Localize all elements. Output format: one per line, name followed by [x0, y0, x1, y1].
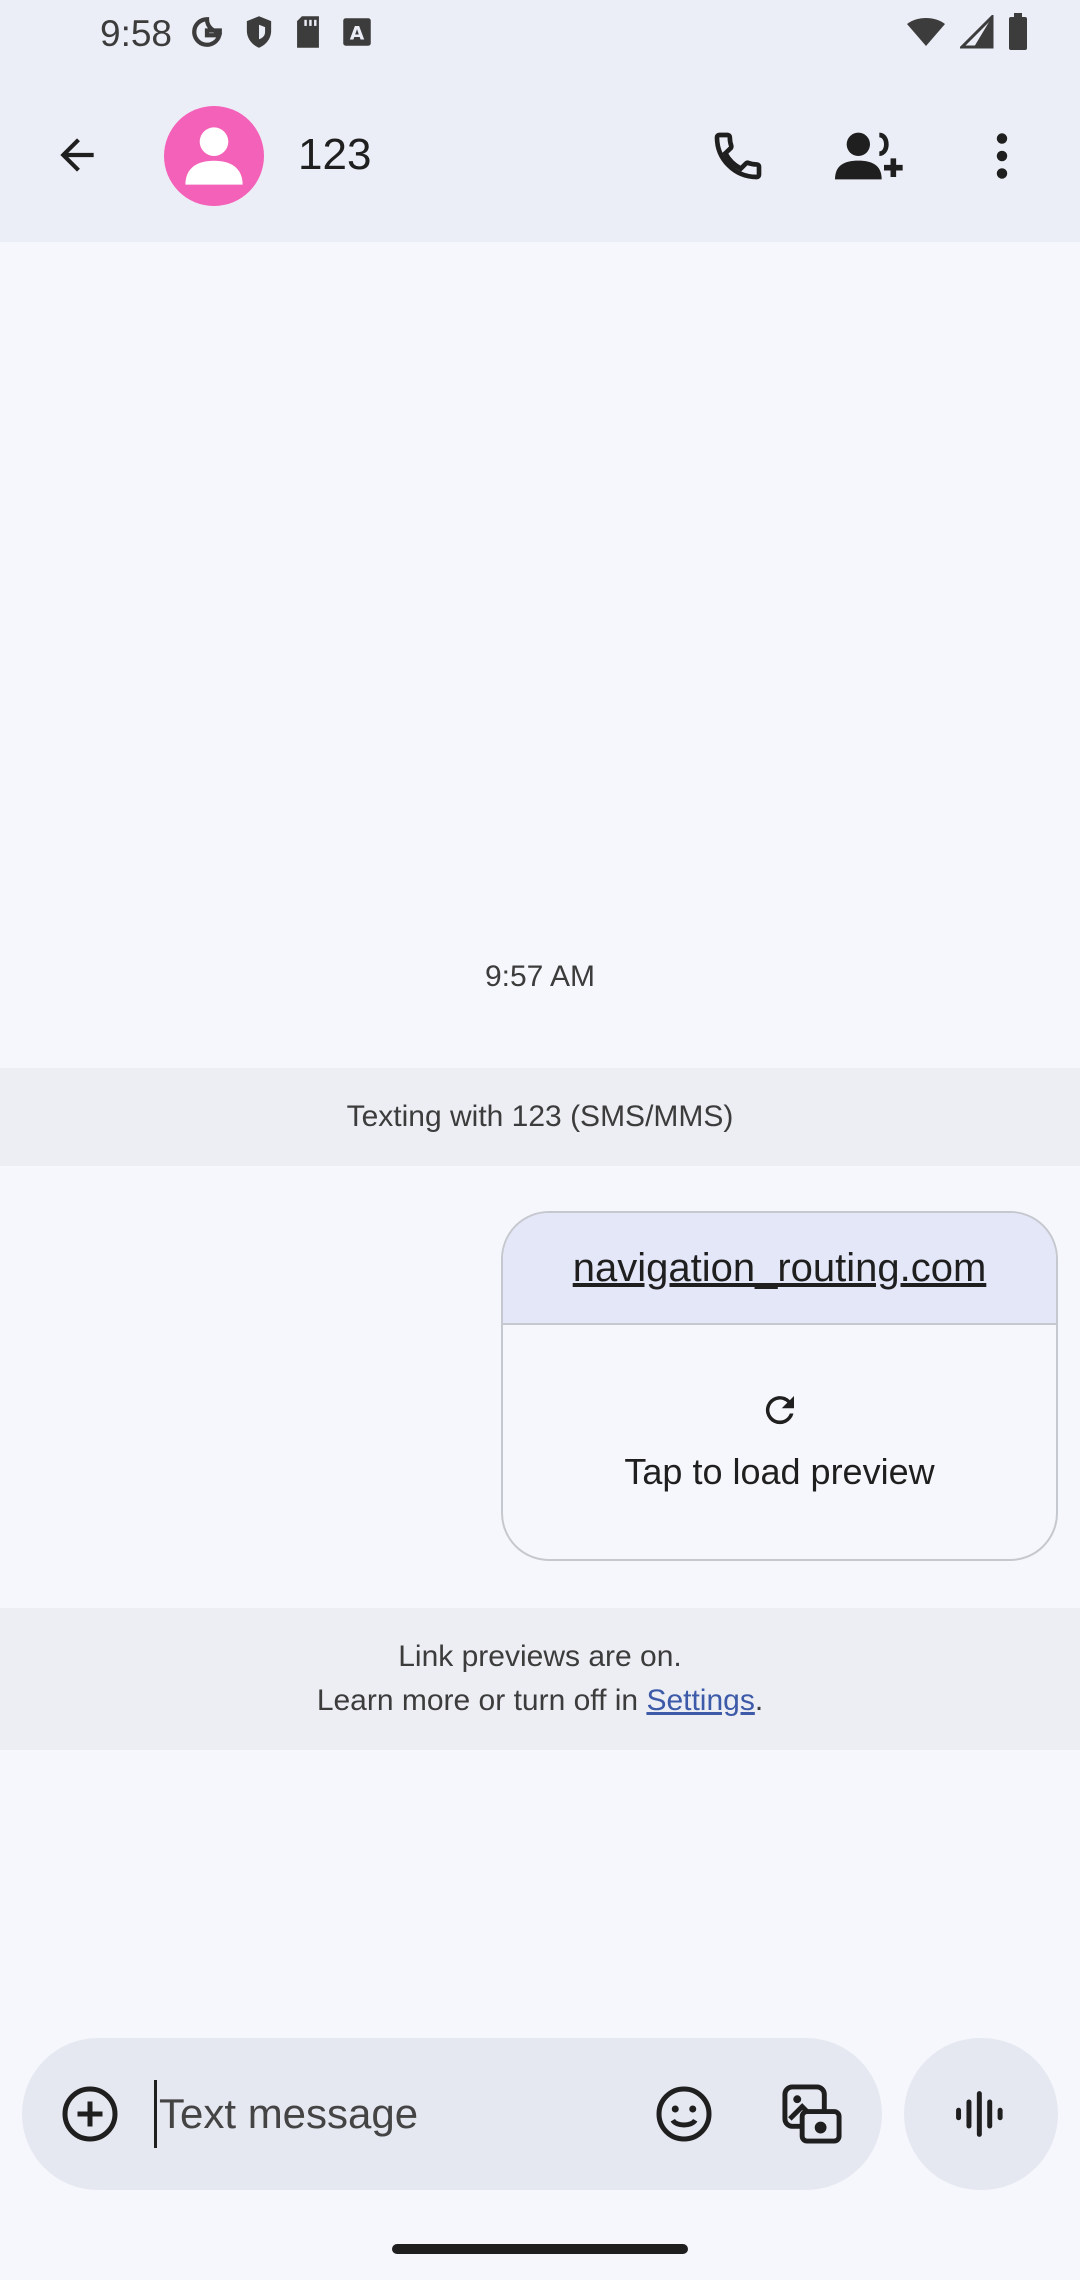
message-link[interactable]: navigation_routing.com	[503, 1213, 1056, 1325]
message-input[interactable]	[154, 2080, 624, 2148]
link-notice-line1: Link previews are on.	[398, 1640, 682, 1673]
conversation-header: 123	[0, 68, 1080, 242]
message-timestamp: 9:57 AM	[484, 960, 596, 993]
google-icon	[190, 15, 224, 54]
sd-card-icon	[294, 15, 322, 54]
arrow-back-icon	[60, 138, 94, 172]
more-vert-icon	[996, 133, 1008, 179]
settings-link[interactable]: Settings	[646, 1684, 754, 1717]
outgoing-message-bubble[interactable]: navigation_routing.com Tap to load previ…	[501, 1211, 1058, 1561]
attach-button[interactable]	[52, 2076, 128, 2152]
gallery-icon	[782, 2084, 842, 2144]
link-notice-line2: Learn more or turn off in Settings.	[317, 1679, 763, 1723]
preview-label: Tap to load preview	[624, 1451, 935, 1492]
status-icons-right	[906, 12, 1028, 56]
avatar[interactable]	[164, 106, 264, 206]
call-button[interactable]	[700, 118, 776, 194]
home-gesture-pill[interactable]	[392, 2244, 688, 2254]
call-icon	[714, 132, 762, 180]
more-options-button[interactable]	[964, 118, 1040, 194]
compose-bar	[22, 2038, 882, 2190]
refresh-icon	[765, 1396, 794, 1425]
shield-icon	[244, 15, 274, 54]
gesture-nav-area	[0, 2200, 1080, 2280]
add-circle-icon	[62, 2086, 118, 2142]
gallery-button[interactable]	[774, 2076, 850, 2152]
emoji-button[interactable]	[646, 2076, 722, 2152]
emoji-icon	[656, 2086, 712, 2142]
font-a-icon: A	[342, 17, 372, 52]
add-contact-icon	[835, 132, 903, 180]
status-bar: 9:58 A	[0, 0, 1080, 68]
voice-waveform-icon	[956, 2091, 1003, 2137]
status-icons-left: A	[190, 15, 372, 54]
wifi-icon	[906, 16, 946, 53]
link-notice-suffix: .	[754, 1684, 764, 1717]
texting-banner: Texting with 123 (SMS/MMS)	[0, 1068, 1080, 1166]
signal-icon	[958, 12, 994, 54]
load-preview-button[interactable]: Tap to load preview	[503, 1325, 1056, 1493]
back-button[interactable]	[40, 118, 114, 192]
contact-name[interactable]: 123	[298, 130, 371, 180]
svg-text:A: A	[350, 23, 365, 44]
voice-message-button[interactable]	[904, 2038, 1058, 2190]
person-icon	[185, 127, 243, 185]
link-preview-notice: Link previews are on. Learn more or turn…	[0, 1608, 1080, 1750]
battery-icon	[1008, 12, 1028, 56]
status-time: 9:58	[100, 13, 173, 54]
link-notice-prefix: Learn more or turn off in	[316, 1684, 647, 1717]
add-contact-button[interactable]	[832, 118, 908, 194]
